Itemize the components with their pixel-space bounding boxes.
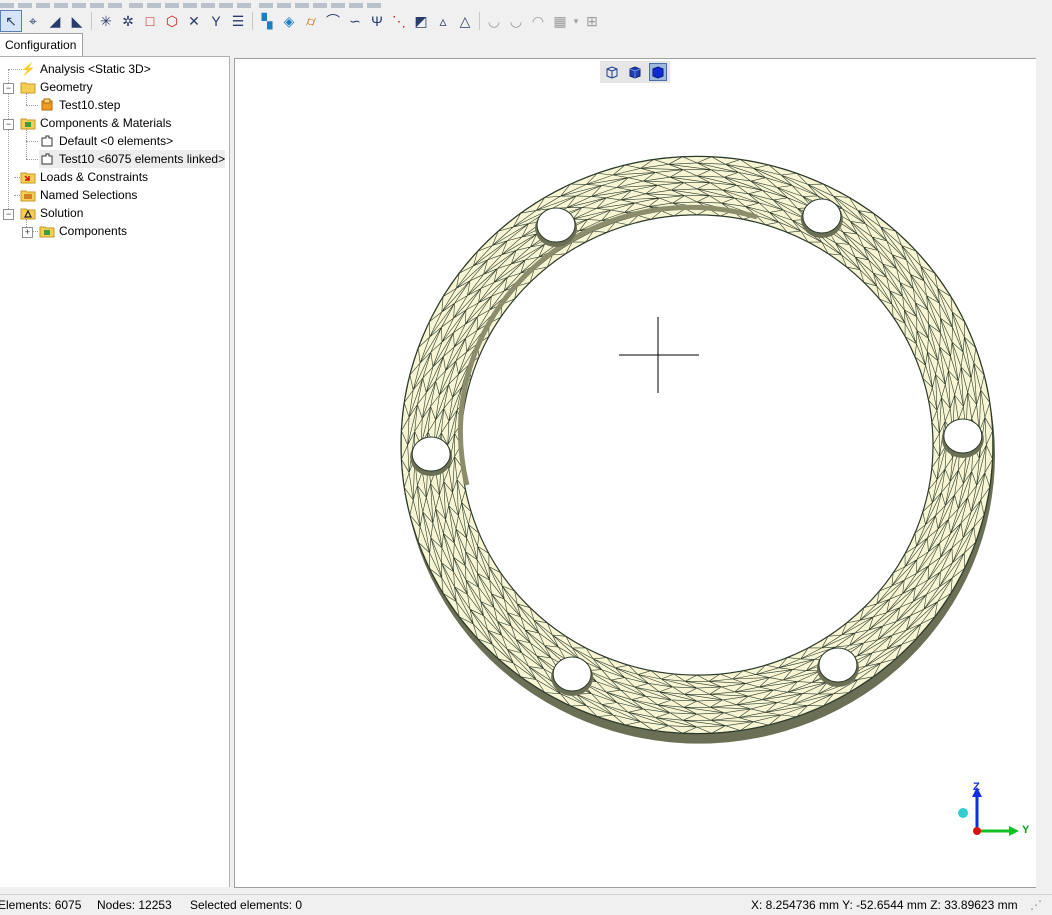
crosshair-cursor (619, 317, 699, 393)
right-edge-panel (1036, 56, 1052, 894)
tree-item-label: Named Selections (40, 188, 138, 202)
toolbar-row: ↖ ⌖ ◢ ◣ ✳ ✲ □ ⬡ ✕ Y ☰ ▚ ◈ ⌭ ⌒ ∽ Ψ ⋱ ◩ ▵ … (0, 9, 603, 33)
component-b-icon[interactable]: ◈ (278, 10, 300, 32)
components-materials-expander[interactable]: − (3, 119, 14, 130)
select-edge-icon[interactable]: ◢ (44, 10, 66, 32)
folder-icon (20, 79, 36, 95)
status-elements: Elements: 6075 (0, 898, 82, 912)
y-fork-icon[interactable]: Ψ (366, 10, 388, 32)
cylinder-icon[interactable]: ⌭ (300, 10, 322, 32)
3d-viewport[interactable]: Z Y (234, 58, 1038, 888)
solution-expander[interactable]: − (3, 209, 14, 220)
tree-item-label: Solution (40, 206, 84, 220)
tree-item-default-component[interactable]: Default <0 elements> (39, 132, 173, 150)
select-arrow-icon[interactable]: ↖ (0, 10, 22, 32)
tree-item-named-selections[interactable]: Named Selections (20, 186, 137, 204)
tab-configuration[interactable]: Configuration (0, 33, 84, 56)
tree-item-loads-constraints[interactable]: Loads & Constraints (20, 168, 148, 186)
grid-lines-icon[interactable]: ☰ (227, 10, 249, 32)
select-node-icon[interactable]: ⌖ (22, 10, 44, 32)
tree-item-label: Test10.step (59, 98, 121, 112)
tree-item-analysis[interactable]: ⚡ Analysis <Static 3D> (20, 60, 151, 78)
tree-item-label: Analysis <Static 3D> (40, 62, 151, 76)
dropdown-arrow-icon[interactable]: ▾ (571, 10, 581, 32)
y-split-icon[interactable]: Y (205, 10, 227, 32)
tree-item-label: Geometry (40, 80, 93, 94)
tree-item-label: Loads & Constraints (40, 170, 149, 184)
component-piece-icon (39, 151, 55, 167)
explode-part-icon[interactable]: ✲ (117, 10, 139, 32)
dots-icon[interactable]: ⋱ (388, 10, 410, 32)
smooth-c-icon[interactable]: ◠ (527, 10, 549, 32)
solution-components-expander[interactable]: + (22, 227, 33, 238)
film-icon[interactable]: ▦ (549, 10, 571, 32)
axis-triad: Z Y (953, 781, 1033, 841)
tree-item-solution[interactable]: Solution (20, 204, 83, 222)
status-nodes: Nodes: 12253 (97, 898, 172, 912)
smooth-a-icon[interactable]: ◡ (483, 10, 505, 32)
curve-icon[interactable]: ∽ (344, 10, 366, 32)
triangle-a-icon[interactable]: ▵ (432, 10, 454, 32)
tree-item-label: Components & Materials (40, 116, 172, 130)
tree-item-test10-component[interactable]: Test10 <6075 elements linked> (39, 150, 226, 168)
axis-y-label: Y (1022, 824, 1030, 836)
toolbar-upper-row-partial (0, 0, 620, 8)
tree-item-label: Components (59, 224, 128, 238)
resize-grip-icon[interactable]: ⋰ (1030, 895, 1042, 915)
table-icon[interactable]: ⊞ (581, 10, 603, 32)
cube-icon[interactable]: ⬡ (161, 10, 183, 32)
select-face-icon[interactable]: ◣ (66, 10, 88, 32)
tree-item-label: Test10 <6075 elements linked> (59, 152, 226, 166)
toolbar: ↖ ⌖ ◢ ◣ ✳ ✲ □ ⬡ ✕ Y ☰ ▚ ◈ ⌭ ⌒ ∽ Ψ ⋱ ◩ ▵ … (0, 0, 1052, 34)
tree-item-label: Default <0 elements> (59, 134, 174, 148)
components-icon (20, 115, 36, 131)
load-icon[interactable]: ◩ (410, 10, 432, 32)
tree-item-test10-step[interactable]: Test10.step (39, 96, 120, 114)
close-x-icon[interactable]: ✕ (183, 10, 205, 32)
rectangle-icon[interactable]: □ (139, 10, 161, 32)
named-selection-icon (20, 187, 36, 203)
lightning-icon: ⚡ (20, 62, 36, 76)
model-tree: − − − + ⚡ Analysis <Static 3D> Geometry … (0, 56, 230, 887)
components-icon (39, 223, 55, 239)
status-selected: Selected elements: 0 (190, 898, 303, 912)
tree-item-geometry[interactable]: Geometry (20, 78, 93, 96)
component-piece-icon (39, 133, 55, 149)
arch-icon[interactable]: ⌒ (322, 10, 344, 32)
solution-icon (20, 205, 36, 221)
axis-z-label: Z (973, 781, 980, 793)
status-bar: Elements: 6075 Nodes: 12253 Selected ele… (0, 894, 1052, 915)
mesh-ring-model[interactable] (235, 59, 1035, 885)
geometry-expander[interactable]: − (3, 83, 14, 94)
smooth-b-icon[interactable]: ◡ (505, 10, 527, 32)
tree-item-components-materials[interactable]: Components & Materials (20, 114, 171, 132)
explode-icon[interactable]: ✳ (95, 10, 117, 32)
triangle-icon[interactable]: △ (454, 10, 476, 32)
status-coordinates: X: 8.254736 mm Y: -52.6544 mm Z: 33.8962… (751, 898, 1018, 912)
step-file-icon (39, 97, 55, 113)
component-a-icon[interactable]: ▚ (256, 10, 278, 32)
loads-icon (20, 169, 36, 185)
tree-item-solution-components[interactable]: Components (39, 222, 127, 240)
